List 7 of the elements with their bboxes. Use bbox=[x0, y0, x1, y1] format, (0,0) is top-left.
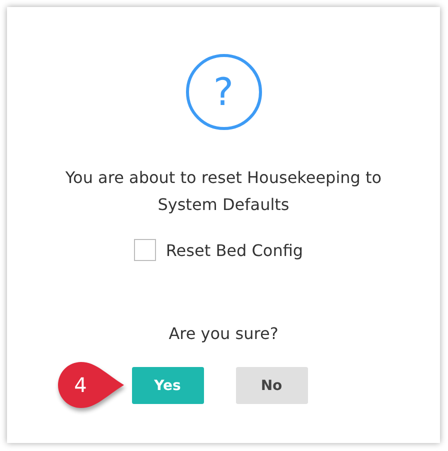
confirm-message: You are about to reset Housekeeping to System Defaults bbox=[64, 167, 383, 216]
step-callout: 4 bbox=[56, 360, 126, 410]
checkbox-label[interactable]: Reset Bed Config bbox=[166, 240, 304, 260]
no-button[interactable]: No bbox=[236, 367, 308, 404]
checkbox[interactable] bbox=[134, 239, 156, 261]
question-icon: ? bbox=[186, 54, 262, 130]
question-text: Are you sure? bbox=[168, 324, 278, 343]
